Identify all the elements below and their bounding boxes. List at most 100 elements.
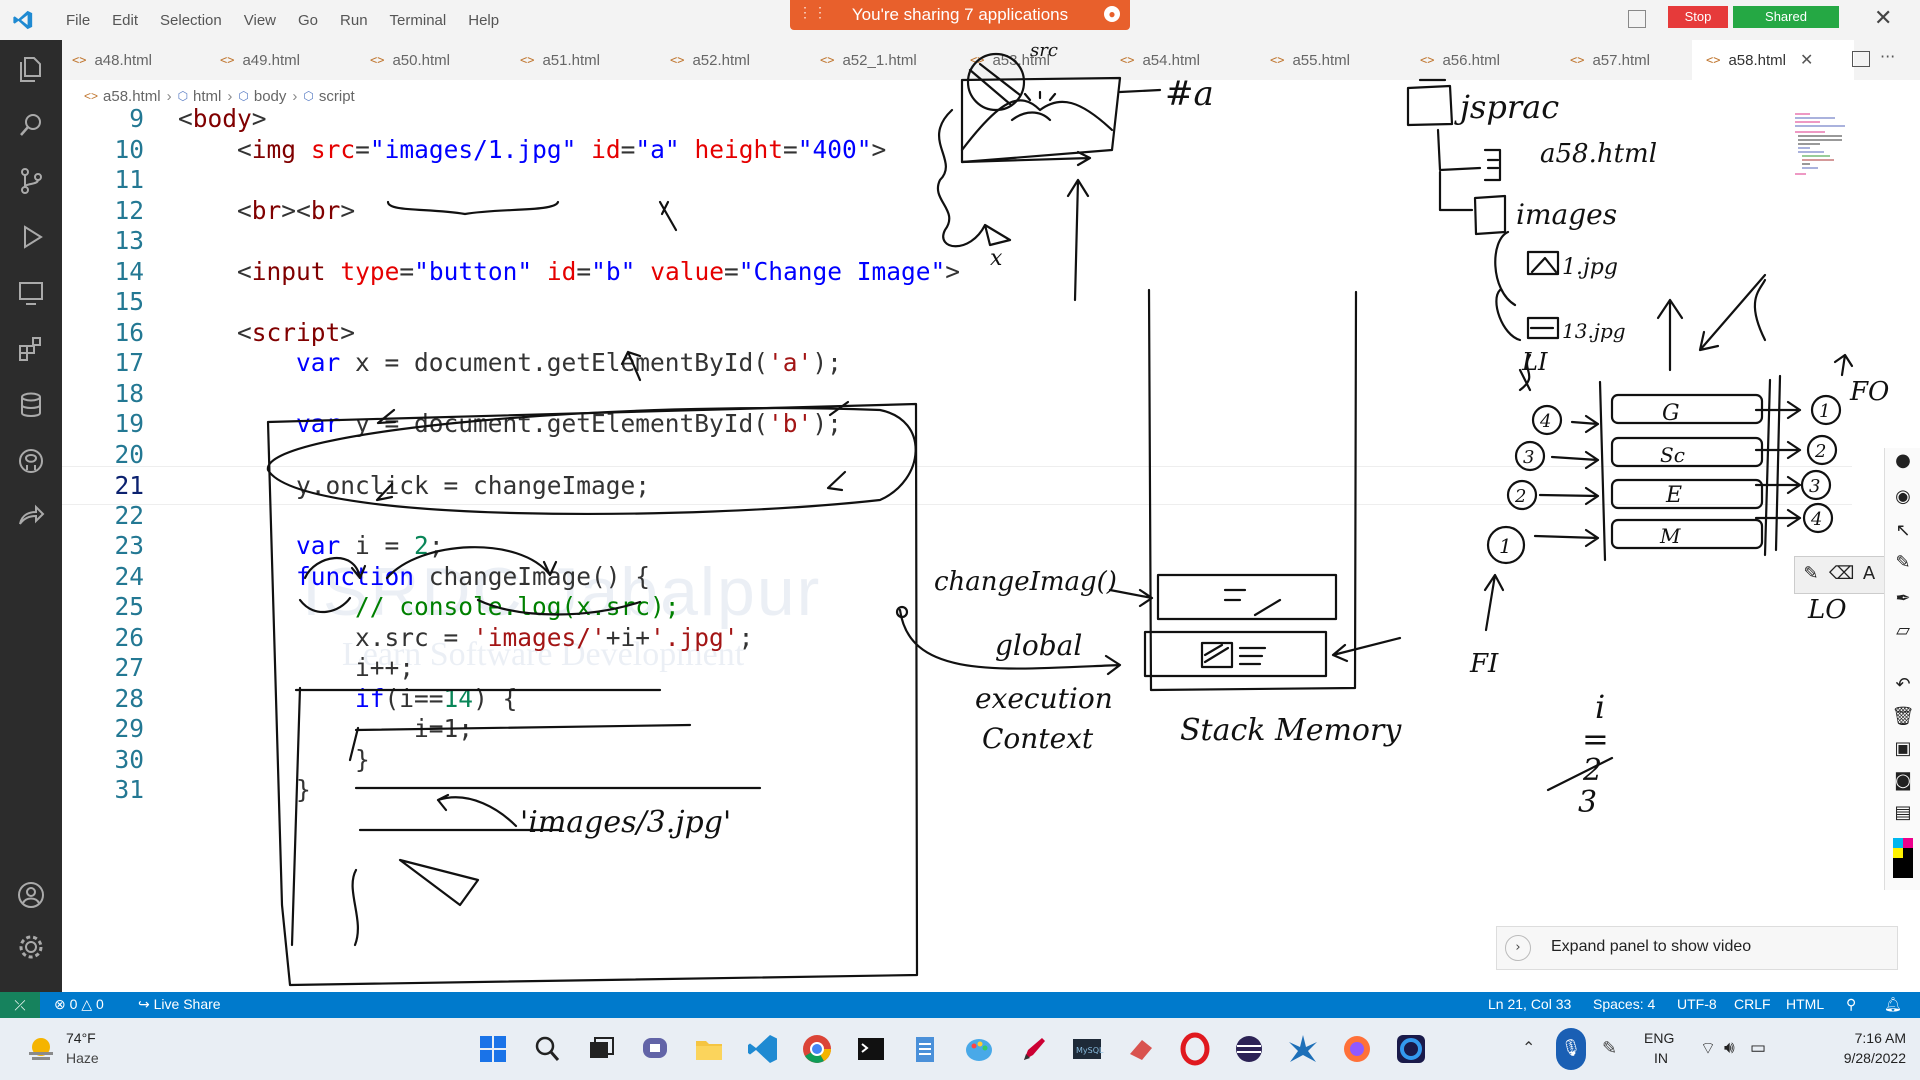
split-editor-icon[interactable] xyxy=(1852,51,1870,67)
pen-tray-icon[interactable]: ✎ xyxy=(1602,1038,1617,1059)
lightbulb-icon[interactable]: ● xyxy=(1891,450,1915,474)
microphone-icon[interactable]: 🎙︎ xyxy=(1556,1028,1586,1070)
volume-icon[interactable]: 🔊︎ xyxy=(1724,1038,1735,1058)
pen-icon[interactable]: ✎ xyxy=(1891,552,1915,576)
window-close-icon[interactable]: ✕ xyxy=(1874,6,1892,31)
trash-icon[interactable]: 🗑 xyxy=(1891,706,1915,730)
cursor-position[interactable]: Ln 21, Col 33 xyxy=(1488,996,1571,1012)
menu-go[interactable]: Go xyxy=(287,12,329,29)
eraser-icon[interactable]: ⌫ xyxy=(1829,563,1854,587)
camera-icon[interactable]: ◙ xyxy=(1891,770,1915,794)
firefox-icon[interactable] xyxy=(1340,1032,1374,1066)
menu-file[interactable]: File xyxy=(55,12,101,29)
indentation[interactable]: Spaces: 4 xyxy=(1593,996,1655,1012)
live-share-status[interactable]: ↪ Live Share xyxy=(138,996,221,1013)
eye-icon[interactable]: ◉ xyxy=(1891,486,1915,510)
terminal-icon[interactable] xyxy=(854,1032,888,1066)
notepad-icon[interactable] xyxy=(908,1032,942,1066)
line-ending[interactable]: CRLF xyxy=(1734,996,1771,1012)
more-actions-icon[interactable]: ··· xyxy=(1880,47,1895,66)
tab-a48[interactable]: <> a48.html xyxy=(58,40,206,80)
stop-sharing-button[interactable]: Stop xyxy=(1668,6,1728,28)
file-explorer-icon[interactable] xyxy=(692,1032,726,1066)
stop-share-icon[interactable]: ● xyxy=(1104,6,1120,22)
database-icon[interactable] xyxy=(16,390,46,420)
mysql-icon[interactable]: MySQL xyxy=(1070,1032,1104,1066)
clock-time[interactable]: 7:16 AM xyxy=(1796,1030,1906,1046)
chrome-icon[interactable] xyxy=(800,1032,834,1066)
language-region[interactable]: IN xyxy=(1654,1050,1668,1066)
tab-a51[interactable]: <> a51.html xyxy=(506,40,654,80)
undo-icon[interactable]: ↶ xyxy=(1891,674,1915,698)
menu-edit[interactable]: Edit xyxy=(101,12,149,29)
color-palette-icon[interactable] xyxy=(1893,838,1913,878)
live-share-icon[interactable] xyxy=(16,502,46,532)
menu-terminal[interactable]: Terminal xyxy=(379,12,458,29)
source-control-icon[interactable] xyxy=(16,166,46,196)
taskbar-search-icon[interactable] xyxy=(530,1032,564,1066)
webex-icon[interactable] xyxy=(1394,1032,1428,1066)
settings-gear-icon[interactable] xyxy=(16,932,46,962)
task-view-icon[interactable] xyxy=(584,1032,618,1066)
clock-date[interactable]: 9/28/2022 xyxy=(1796,1050,1906,1066)
github-icon[interactable] xyxy=(16,446,46,476)
chat-app-icon[interactable] xyxy=(638,1032,672,1066)
extensions-icon[interactable] xyxy=(16,334,46,364)
tab-a52[interactable]: <> a52.html xyxy=(656,40,804,80)
battery-icon[interactable]: ▭ xyxy=(1750,1038,1766,1058)
paint-icon[interactable] xyxy=(962,1032,996,1066)
tab-a53[interactable]: <> a53.html xyxy=(956,40,1104,80)
chevron-right-icon[interactable]: › xyxy=(1505,935,1531,961)
pointer-icon[interactable]: ↖ xyxy=(1891,520,1915,544)
problems-indicator[interactable]: ⊗ 0 △ 0 xyxy=(54,996,104,1013)
clipboard-icon[interactable]: ▤ xyxy=(1891,802,1915,826)
vscode-app-icon[interactable] xyxy=(746,1032,780,1066)
tab-a55[interactable]: <> a55.html xyxy=(1256,40,1404,80)
expand-video-panel[interactable]: › Expand panel to show video xyxy=(1496,926,1898,970)
highlighter-icon[interactable]: ✎ xyxy=(1799,563,1823,587)
feedback-icon[interactable]: ⚲ xyxy=(1846,996,1856,1013)
remote-explorer-icon[interactable] xyxy=(16,278,46,308)
screen-share-banner[interactable]: ⋮⋮ You're sharing 7 applications ● xyxy=(790,0,1130,30)
menu-help[interactable]: Help xyxy=(457,12,510,29)
shared-status-button[interactable]: Shared xyxy=(1733,6,1839,28)
pen-app-icon[interactable] xyxy=(1016,1032,1050,1066)
marker-icon[interactable]: ✒ xyxy=(1891,588,1915,612)
windows-start-icon[interactable] xyxy=(476,1032,510,1066)
weather-haze-icon xyxy=(29,1038,53,1060)
tab-a56[interactable]: <> a56.html xyxy=(1406,40,1554,80)
opera-icon[interactable] xyxy=(1178,1032,1212,1066)
tab-close-icon[interactable]: ✕ xyxy=(1800,50,1813,70)
language-mode[interactable]: HTML xyxy=(1786,996,1824,1012)
tab-a54[interactable]: <> a54.html xyxy=(1106,40,1254,80)
screen-icon[interactable]: ▣ xyxy=(1891,738,1915,762)
eclipse-icon[interactable] xyxy=(1232,1032,1266,1066)
code-line[interactable]: 31 } xyxy=(62,771,1852,808)
notifications-icon[interactable]: 🔔︎ xyxy=(1884,996,1902,1013)
menu-run[interactable]: Run xyxy=(329,12,379,29)
tab-a58-active[interactable]: <> a58.html ✕ xyxy=(1692,40,1854,80)
wifi-icon[interactable]: ⌔ xyxy=(1700,1038,1716,1059)
menu-selection[interactable]: Selection xyxy=(149,12,233,29)
tab-a49[interactable]: <> a49.html xyxy=(206,40,354,80)
run-debug-icon[interactable] xyxy=(16,222,46,252)
tab-a50[interactable]: <> a50.html xyxy=(356,40,504,80)
menu-view[interactable]: View xyxy=(233,12,287,29)
eraser-app-icon[interactable] xyxy=(1124,1032,1158,1066)
text-tool-icon[interactable]: A xyxy=(1857,563,1881,587)
search-icon[interactable] xyxy=(16,110,46,140)
tab-a57[interactable]: <> a57.html xyxy=(1556,40,1704,80)
tab-label: a51.html xyxy=(542,51,600,69)
accounts-icon[interactable] xyxy=(16,880,46,910)
language-code[interactable]: ENG xyxy=(1644,1030,1674,1046)
tab-a52-1[interactable]: <> a52_1.html xyxy=(806,40,954,80)
encoding[interactable]: UTF-8 xyxy=(1677,996,1717,1012)
chevron-up-icon[interactable]: ⌃ xyxy=(1522,1038,1535,1058)
eraser-tool-icon[interactable]: ▱ xyxy=(1891,620,1915,644)
netbeans-icon[interactable] xyxy=(1286,1032,1320,1066)
explorer-icon[interactable] xyxy=(16,54,46,84)
layout-icon[interactable] xyxy=(1628,10,1646,28)
remote-indicator-icon[interactable]: ⤫ xyxy=(0,992,40,1018)
code-editor[interactable]: ISRDC Jabalpur Learn Software Developmen… xyxy=(62,104,1920,992)
minimap[interactable] xyxy=(1790,108,1860,188)
